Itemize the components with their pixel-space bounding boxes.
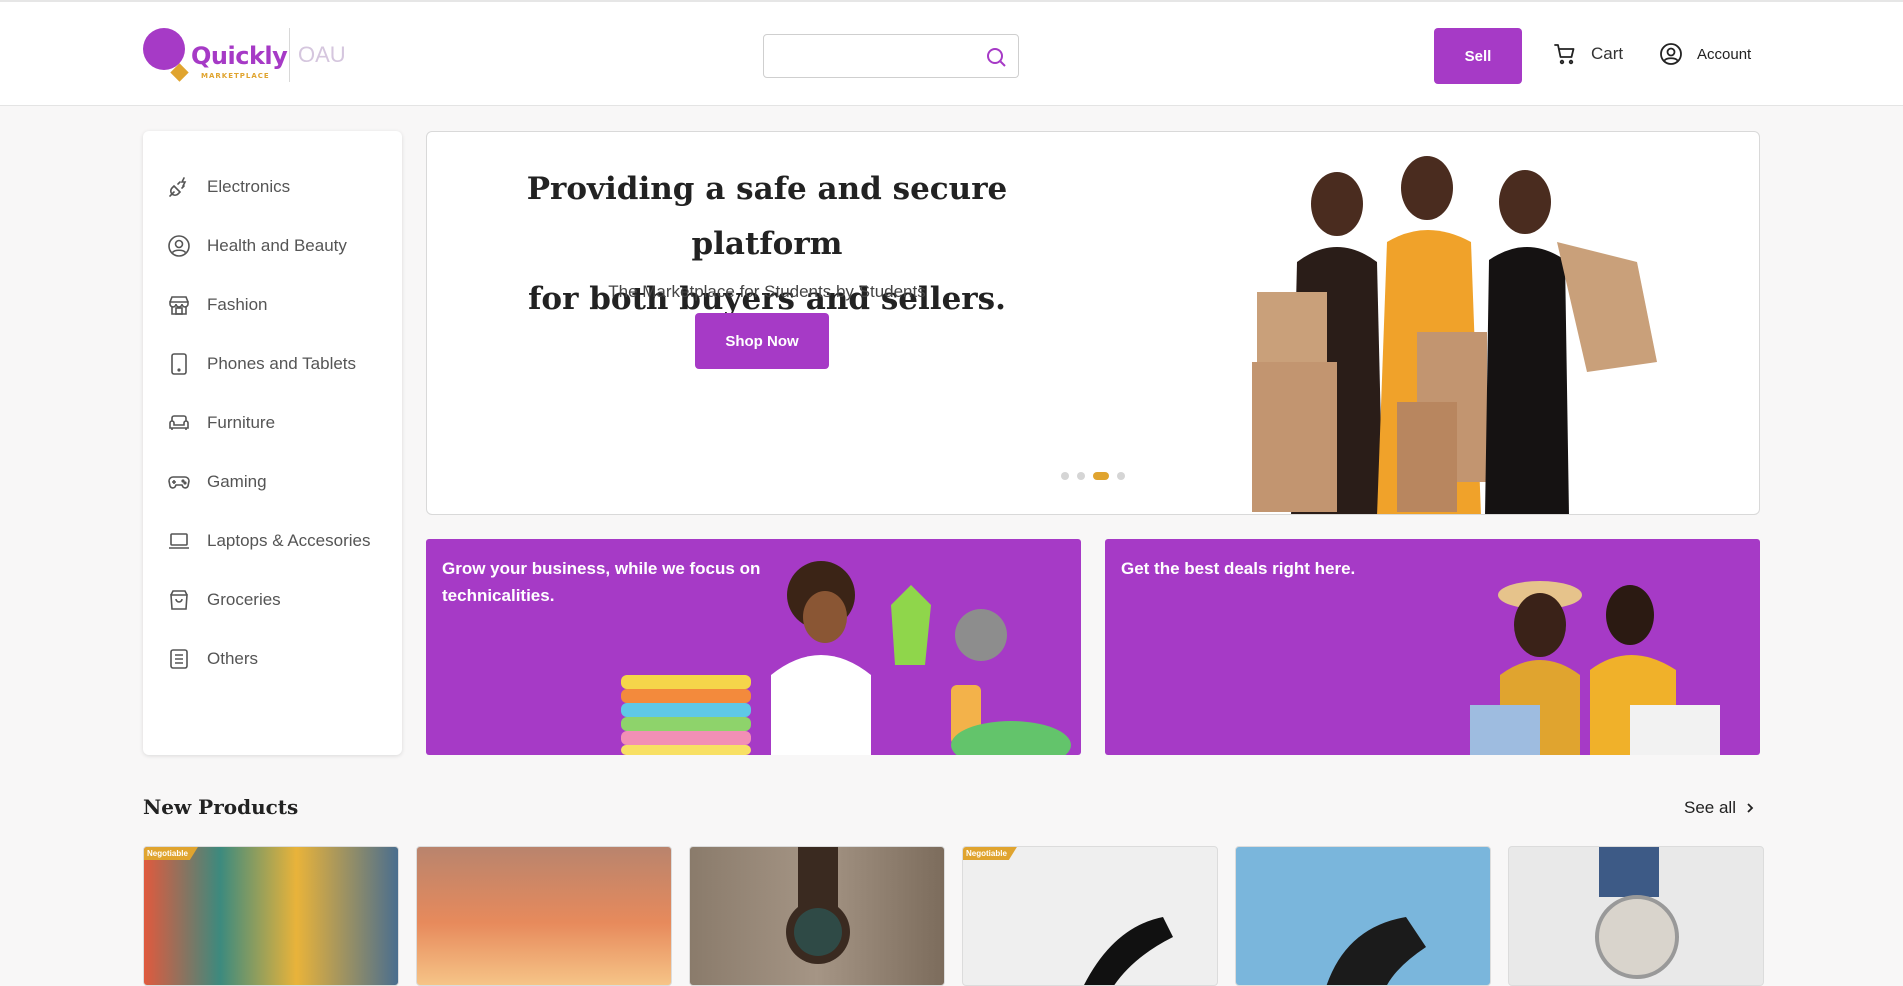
promo-text: Get the best deals right here. bbox=[1121, 559, 1356, 578]
product-image-wristwatch bbox=[1595, 847, 1679, 979]
product-card[interactable] bbox=[689, 846, 945, 986]
carousel-dot[interactable] bbox=[1061, 472, 1069, 480]
laptop-icon bbox=[169, 532, 189, 549]
see-all-link[interactable]: See all bbox=[1684, 798, 1756, 818]
product-card[interactable] bbox=[1235, 846, 1491, 986]
shopping-bag-icon bbox=[170, 589, 188, 610]
shop-now-button[interactable]: Shop Now bbox=[695, 313, 829, 369]
list-icon bbox=[170, 648, 188, 669]
product-card[interactable]: Negotiable bbox=[962, 846, 1218, 986]
sidebar-item-label: Gaming bbox=[207, 471, 267, 491]
hero-title-line-1: Providing a safe and secure platform bbox=[526, 171, 1008, 262]
sidebar-item-electronics[interactable]: Electronics bbox=[143, 157, 402, 216]
sidebar-item-label: Health and Beauty bbox=[207, 235, 347, 255]
sidebar-item-label: Fashion bbox=[207, 294, 268, 314]
sidebar-item-label: Phones and Tablets bbox=[207, 353, 357, 373]
sidebar-item-gaming[interactable]: Gaming bbox=[143, 452, 402, 511]
cart-label: Cart bbox=[1591, 44, 1624, 63]
hero-subtitle: The Marketplace for Students by Students bbox=[608, 282, 926, 301]
negotiable-badge: Negotiable bbox=[963, 847, 1017, 860]
product-card[interactable]: Negotiable bbox=[143, 846, 399, 986]
sidebar-item-label: Groceries bbox=[207, 589, 281, 609]
section-title-new-products: New Products bbox=[143, 795, 299, 819]
sidebar-item-label: Others bbox=[207, 648, 259, 668]
account-icon bbox=[1660, 43, 1682, 65]
promo-image-shoppers bbox=[1470, 581, 1720, 755]
sidebar-item-fashion[interactable]: Fashion bbox=[143, 275, 402, 334]
category-sidebar: Electronics Health and Beauty Fashion Ph… bbox=[143, 131, 402, 755]
site-header: Quickly MARKETPLACE OAU Sell Cart Accoun… bbox=[0, 2, 1903, 106]
sidebar-item-label: Laptops & Accesories bbox=[207, 530, 371, 550]
see-all-label: See all bbox=[1684, 798, 1736, 817]
sofa-icon bbox=[169, 414, 189, 430]
hero-title: Providing a safe and secure platform for… bbox=[447, 162, 1087, 327]
search-input[interactable] bbox=[764, 35, 974, 77]
search-box bbox=[763, 34, 1019, 78]
sidebar-item-label: Furniture bbox=[207, 412, 276, 432]
search-icon[interactable] bbox=[984, 45, 1008, 69]
campus-label: OAU bbox=[298, 42, 346, 67]
plug-icon bbox=[169, 176, 187, 197]
sidebar-item-others[interactable]: Others bbox=[143, 629, 402, 688]
sidebar-item-furniture[interactable]: Furniture bbox=[143, 393, 402, 452]
chevron-right-icon bbox=[1747, 803, 1754, 813]
sidebar-item-laptops-and-accesories[interactable]: Laptops & Accesories bbox=[143, 511, 402, 570]
product-image-sneaker bbox=[1326, 917, 1426, 985]
hero-carousel: Providing a safe and secure platform for… bbox=[426, 131, 1760, 515]
product-image-sandal bbox=[1084, 917, 1173, 985]
gamepad-icon bbox=[168, 475, 190, 489]
product-image-watch bbox=[786, 847, 850, 964]
sell-button[interactable]: Sell bbox=[1434, 28, 1522, 84]
product-card[interactable] bbox=[1508, 846, 1764, 986]
hero-image-shoppers bbox=[1252, 156, 1657, 514]
promo-image-clothing bbox=[621, 561, 1071, 755]
carousel-dot[interactable] bbox=[1077, 472, 1085, 480]
logo-subtitle: MARKETPLACE bbox=[201, 72, 270, 80]
promo-banner-sellers[interactable]: Grow your business, while we focus on te… bbox=[426, 539, 1081, 755]
sidebar-item-groceries[interactable]: Groceries bbox=[143, 570, 402, 629]
logo-divider bbox=[289, 28, 290, 82]
logo-wordmark: Quickly bbox=[191, 42, 288, 70]
product-card[interactable] bbox=[416, 846, 672, 986]
logo[interactable]: Quickly MARKETPLACE OAU bbox=[143, 26, 353, 86]
sidebar-item-label: Electronics bbox=[207, 176, 291, 196]
new-products-row: Negotiable Negotiable bbox=[143, 846, 1764, 986]
account-link[interactable]: Account bbox=[1659, 42, 1751, 66]
carousel-indicators bbox=[1061, 472, 1125, 480]
cart-icon bbox=[1554, 44, 1575, 65]
negotiable-badge: Negotiable bbox=[144, 847, 198, 860]
sidebar-item-health-and-beauty[interactable]: Health and Beauty bbox=[143, 216, 402, 275]
account-label: Account bbox=[1697, 45, 1752, 63]
carousel-dot[interactable] bbox=[1117, 472, 1125, 480]
carousel-dot-active[interactable] bbox=[1093, 472, 1109, 480]
sidebar-item-phones-and-tablets[interactable]: Phones and Tablets bbox=[143, 334, 402, 393]
tablet-icon bbox=[171, 352, 187, 375]
promo-banner-deals[interactable]: Get the best deals right here. bbox=[1105, 539, 1760, 755]
store-icon bbox=[169, 295, 189, 315]
user-circle-icon bbox=[168, 234, 190, 257]
cart-link[interactable]: Cart bbox=[1553, 42, 1623, 66]
